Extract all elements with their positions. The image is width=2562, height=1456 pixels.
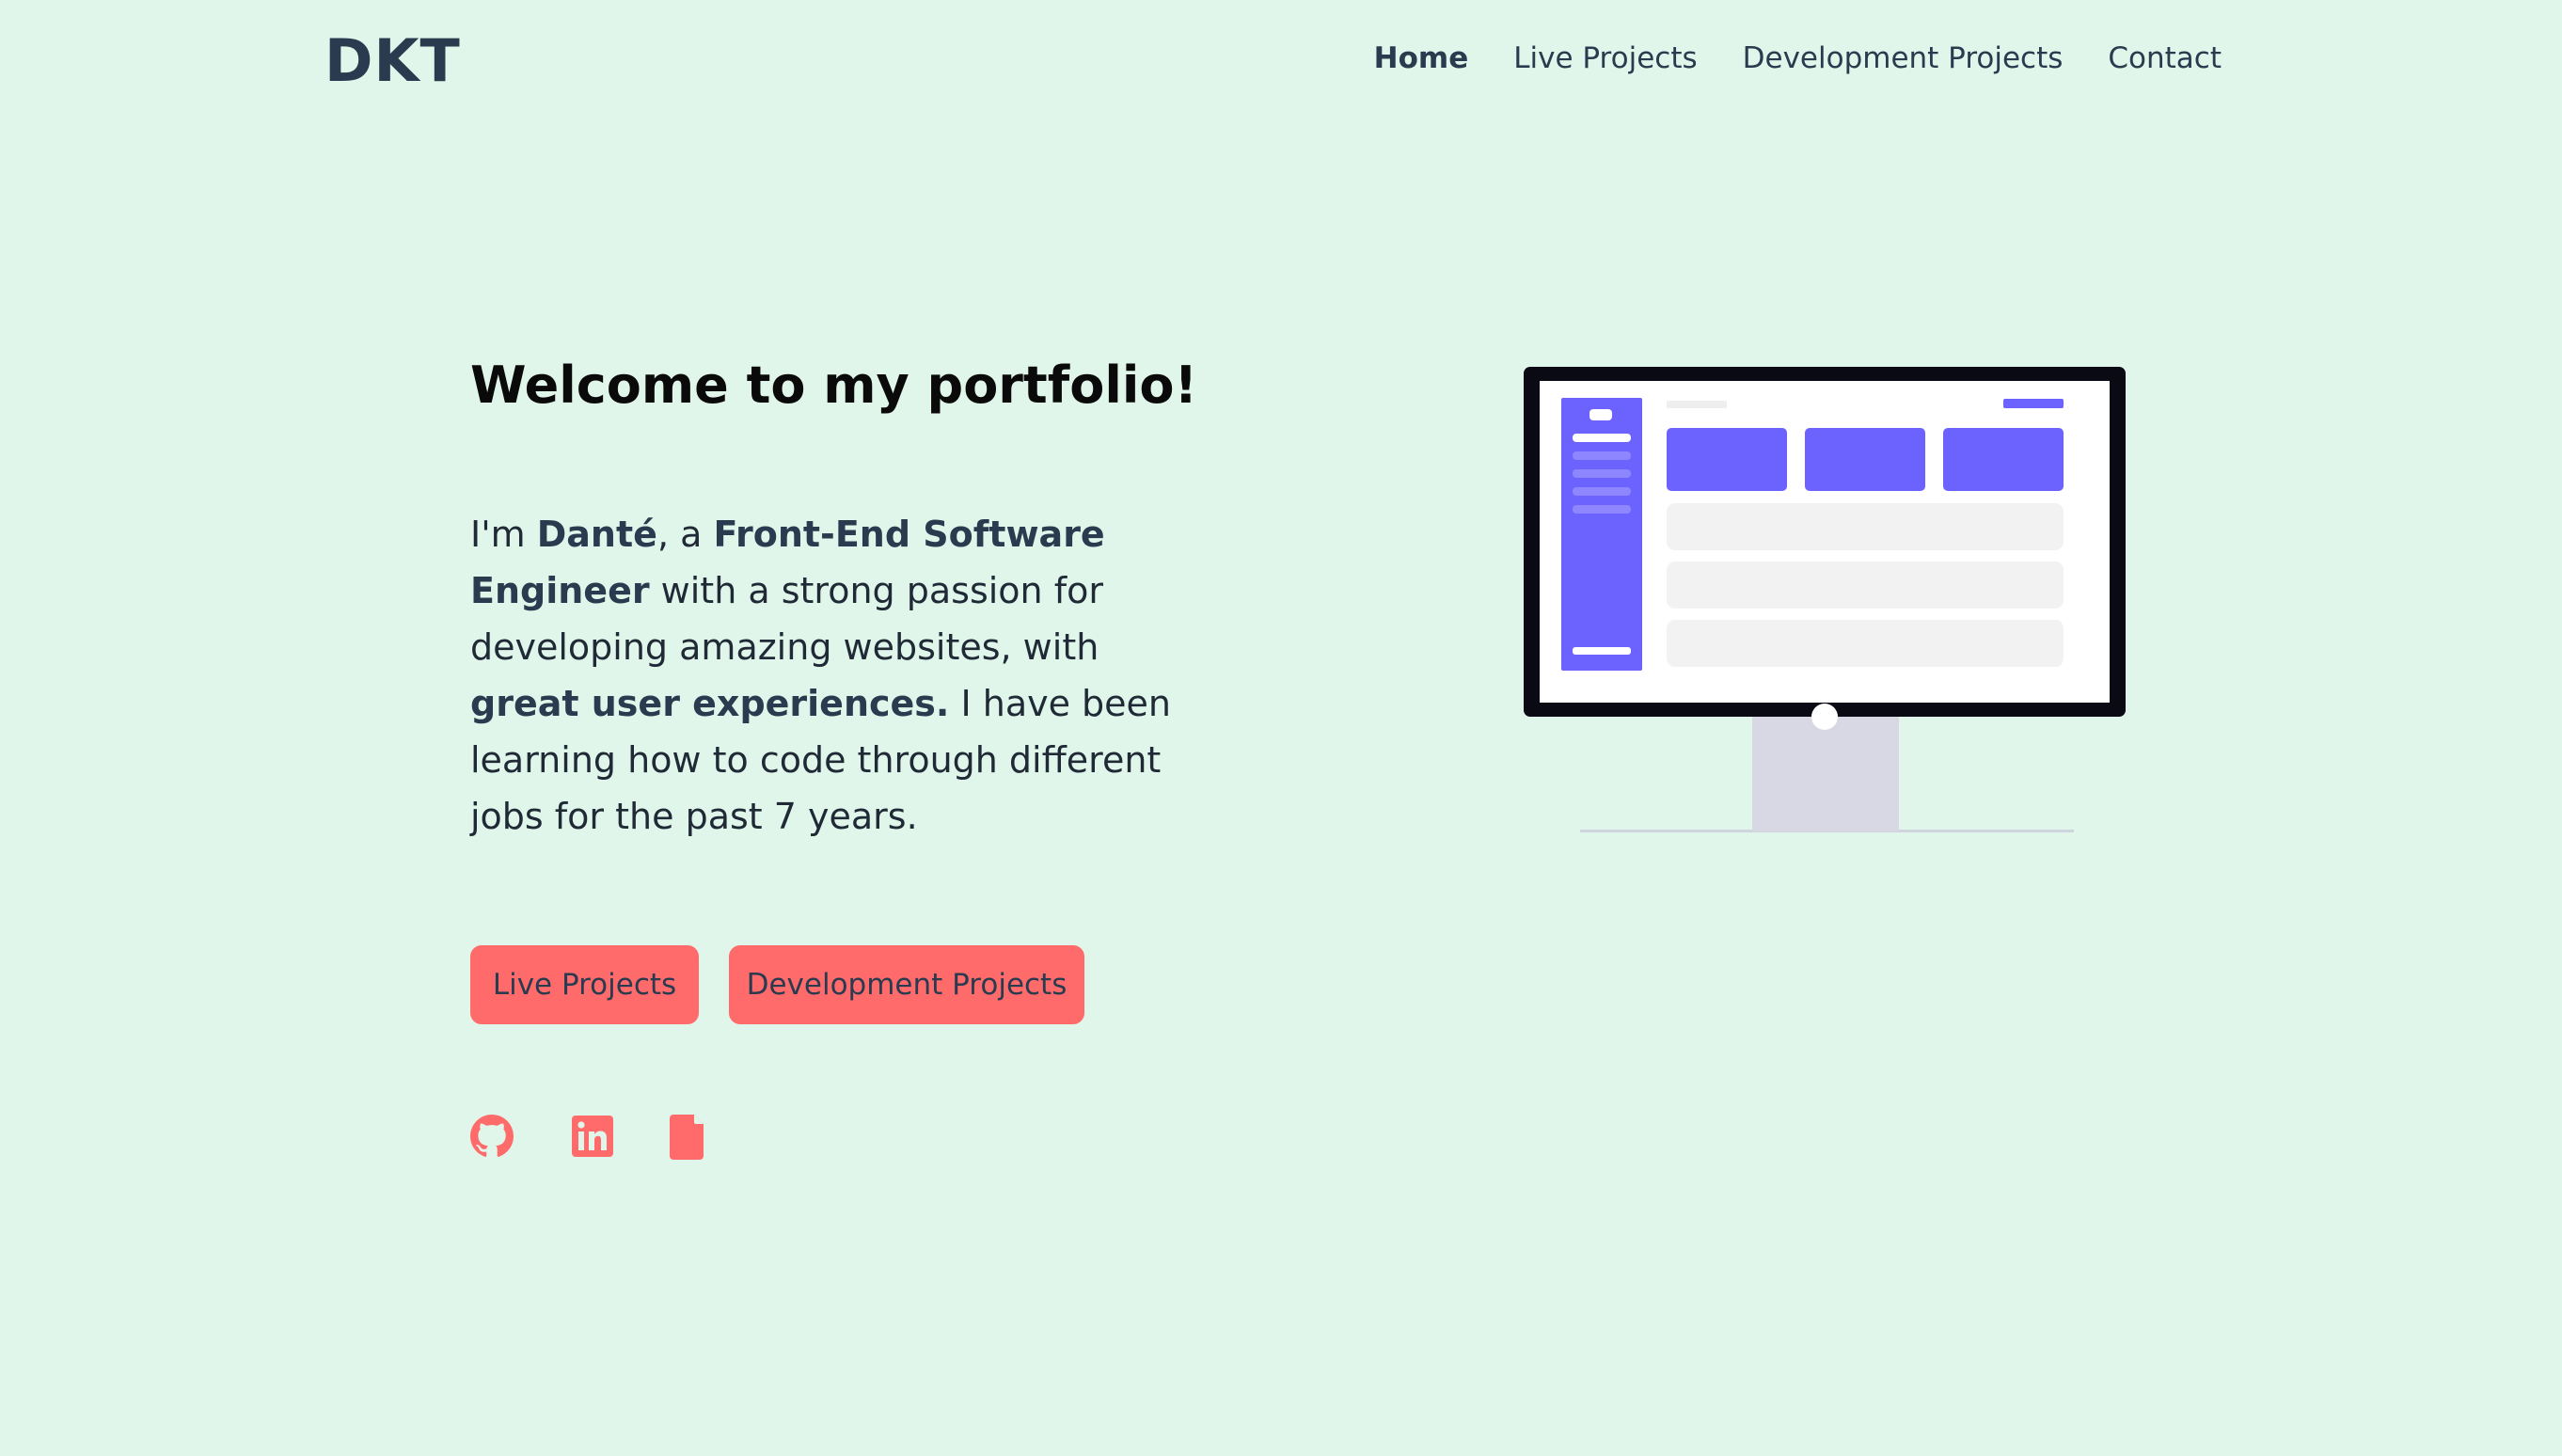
intro-text: , a — [656, 514, 714, 555]
development-projects-button[interactable]: Development Projects — [729, 945, 1084, 1024]
resume-document-icon[interactable] — [670, 1115, 713, 1162]
intro-paragraph: I'm Danté, a Front-End Software Engineer… — [470, 506, 1185, 845]
site-logo[interactable]: DKT — [324, 26, 461, 95]
github-icon[interactable] — [470, 1115, 514, 1162]
linkedin-icon[interactable] — [571, 1115, 614, 1162]
intro-text: I'm — [470, 514, 537, 555]
computer-monitor-illustration — [1514, 362, 2135, 842]
live-projects-button[interactable]: Live Projects — [470, 945, 699, 1024]
intro-highlight: great user experiences. — [470, 683, 950, 724]
nav-contact[interactable]: Contact — [2108, 41, 2222, 75]
nav-home[interactable]: Home — [1374, 41, 1469, 75]
hero-title: Welcome to my portfolio! — [470, 356, 1198, 415]
intro-name: Danté — [536, 514, 657, 555]
main-nav: Home Live Projects Development Projects … — [1374, 41, 2222, 75]
nav-development-projects[interactable]: Development Projects — [1743, 41, 2064, 75]
nav-live-projects[interactable]: Live Projects — [1513, 41, 1697, 75]
